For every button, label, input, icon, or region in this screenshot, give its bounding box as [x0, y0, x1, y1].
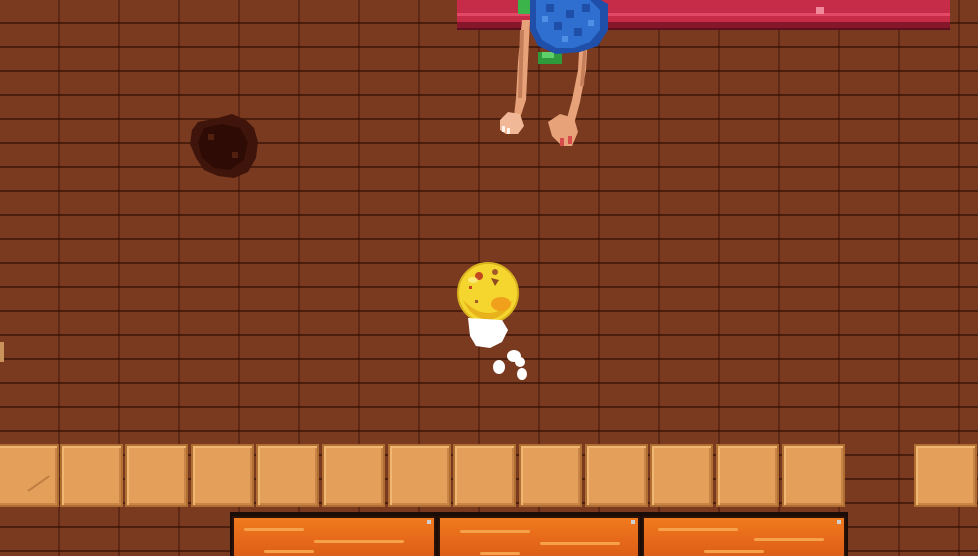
player-character[interactable] — [490, 0, 620, 160]
floor-tile — [388, 444, 451, 507]
floor-tile — [585, 444, 648, 507]
orange-crate — [642, 516, 846, 556]
crate-row — [230, 512, 848, 556]
floor-tile — [519, 444, 582, 507]
floor-tile — [0, 444, 59, 507]
orange-crate — [438, 516, 640, 556]
floor-tile — [60, 444, 123, 507]
counter-nick — [816, 7, 824, 14]
wall-mark — [0, 342, 4, 362]
floor-stain — [190, 114, 258, 178]
game-scene — [0, 0, 978, 556]
floor-tile — [256, 444, 319, 507]
orange-crate — [232, 516, 436, 556]
floor-tile — [125, 444, 188, 507]
floor-tile — [322, 444, 385, 507]
floor-tile — [453, 444, 516, 507]
floor-tile — [914, 444, 977, 507]
floor-tile — [782, 444, 845, 507]
floor-tile — [716, 444, 779, 507]
floor-tile — [650, 444, 713, 507]
floor-tile — [191, 444, 254, 507]
dust-puffs — [468, 318, 527, 380]
